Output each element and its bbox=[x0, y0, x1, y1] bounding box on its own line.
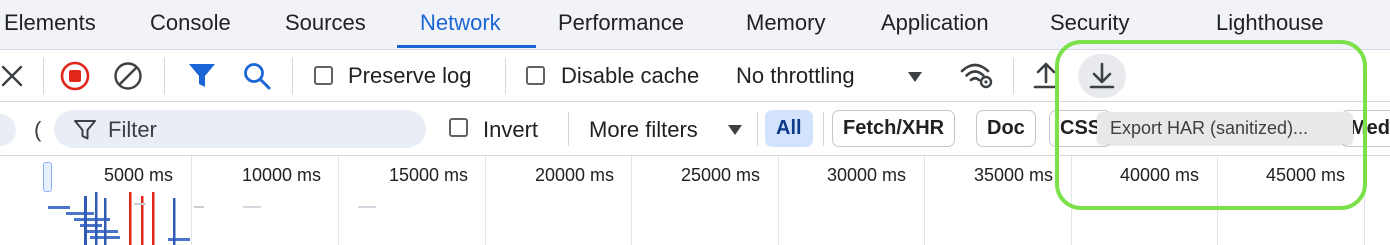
grid-line bbox=[485, 156, 486, 245]
invert-checkbox[interactable] bbox=[449, 118, 468, 137]
toolbar-divider bbox=[757, 112, 758, 146]
timeline-tick-label: 20000 ms bbox=[535, 165, 615, 185]
search-icon[interactable] bbox=[243, 62, 271, 95]
toolbar-divider bbox=[43, 58, 44, 94]
clear-icon[interactable] bbox=[113, 61, 143, 96]
timeline-tick-label: 30000 ms bbox=[827, 165, 907, 185]
grid-line bbox=[1217, 156, 1218, 245]
truncated-paren-glyph: ( bbox=[34, 117, 42, 142]
grid-line bbox=[631, 156, 632, 245]
grid-line bbox=[338, 156, 339, 245]
filter-input[interactable]: Filter bbox=[54, 110, 426, 148]
timeline-tick-label: 5000 ms bbox=[104, 165, 174, 185]
tab-performance[interactable]: Performance bbox=[558, 0, 684, 50]
waterfall-overview-mark bbox=[243, 206, 261, 208]
timeline-tick-label: 25000 ms bbox=[681, 165, 761, 185]
grid-line bbox=[924, 156, 925, 245]
throttling-value: No throttling bbox=[736, 63, 855, 88]
filter-chip-doc[interactable]: Doc bbox=[976, 110, 1036, 147]
filter-chip-fetch-xhr[interactable]: Fetch/XHR bbox=[832, 110, 956, 147]
export-har-button[interactable] bbox=[1078, 54, 1126, 98]
timeline-overview[interactable]: 5000 ms 10000 ms 15000 ms 20000 ms 25000… bbox=[0, 156, 1390, 245]
network-conditions-icon[interactable] bbox=[960, 60, 994, 95]
tab-elements[interactable]: Elements bbox=[4, 0, 96, 50]
chevron-down-icon bbox=[907, 70, 923, 88]
invert-label: Invert bbox=[483, 117, 539, 142]
toolbar-divider bbox=[292, 58, 293, 94]
grid-line bbox=[1364, 156, 1365, 245]
more-filters-label: More filters bbox=[589, 117, 698, 142]
preserve-log-label: Preserve log bbox=[348, 63, 472, 88]
tab-network[interactable]: Network bbox=[420, 0, 501, 50]
overview-window-handle[interactable] bbox=[43, 162, 52, 192]
active-tab-indicator bbox=[397, 45, 536, 48]
throttling-select[interactable]: No throttling bbox=[735, 60, 931, 92]
tab-memory[interactable]: Memory bbox=[746, 0, 825, 50]
truncated-toggle[interactable] bbox=[0, 114, 16, 146]
toolbar-divider bbox=[505, 58, 506, 94]
export-har-icon bbox=[1089, 62, 1115, 95]
timeline-tick-label: 10000 ms bbox=[242, 165, 322, 185]
toolbar-divider bbox=[164, 58, 165, 94]
tab-application[interactable]: Application bbox=[881, 0, 989, 50]
devtools-tab-bar: Elements Console Sources Network Perform… bbox=[0, 0, 1390, 50]
tab-security[interactable]: Security bbox=[1050, 0, 1129, 50]
filter-funnel-icon[interactable] bbox=[188, 63, 216, 94]
close-icon[interactable] bbox=[0, 64, 24, 93]
filter-placeholder: Filter bbox=[108, 117, 157, 142]
timeline-tick-label: 40000 ms bbox=[1120, 165, 1200, 185]
waterfall-overview bbox=[48, 192, 204, 245]
export-har-tooltip: Export HAR (sanitized)... bbox=[1097, 112, 1353, 144]
timeline-tick-label: 45000 ms bbox=[1266, 165, 1346, 185]
disable-cache-label: Disable cache bbox=[561, 63, 700, 88]
grid-line bbox=[778, 156, 779, 245]
tab-lighthouse[interactable]: Lighthouse bbox=[1216, 0, 1324, 50]
tab-console[interactable]: Console bbox=[150, 0, 231, 50]
timeline-tick-label: 15000 ms bbox=[389, 165, 469, 185]
toolbar-divider bbox=[568, 112, 569, 146]
filter-chip-all[interactable]: All bbox=[765, 110, 813, 147]
toolbar-divider bbox=[1013, 58, 1014, 94]
filter-funnel-icon bbox=[74, 120, 96, 145]
tab-sources[interactable]: Sources bbox=[285, 0, 366, 50]
chevron-down-icon bbox=[727, 123, 743, 141]
waterfall-overview-mark bbox=[358, 206, 376, 208]
more-filters-dropdown[interactable]: More filters bbox=[589, 112, 751, 146]
import-har-icon[interactable] bbox=[1033, 62, 1059, 95]
toolbar-divider bbox=[823, 112, 824, 146]
preserve-log-checkbox[interactable] bbox=[314, 66, 333, 85]
timeline-tick-label: 35000 ms bbox=[974, 165, 1054, 185]
network-toolbar: Preserve log Disable cache No throttling bbox=[0, 50, 1390, 102]
record-stop-icon[interactable] bbox=[60, 61, 90, 96]
disable-cache-checkbox[interactable] bbox=[526, 66, 545, 85]
grid-line bbox=[1071, 156, 1072, 245]
